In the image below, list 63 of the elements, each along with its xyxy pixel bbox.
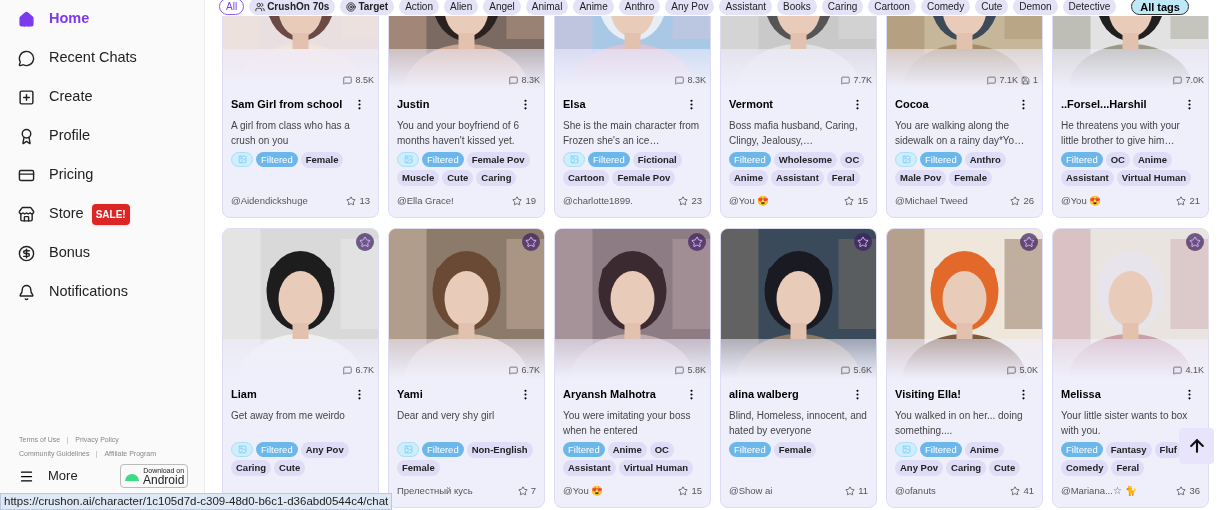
character-description: Dear and very shy girl xyxy=(397,409,496,423)
filtered-tag: Filtered xyxy=(1061,152,1103,167)
character-name: Yami xyxy=(397,386,423,402)
character-name: Melissa xyxy=(1061,386,1101,402)
like-count: 19 xyxy=(525,193,536,208)
filtered-tag: Filtered xyxy=(256,152,298,167)
character-name: Aryansh Malhotra xyxy=(563,386,656,402)
character-name: Visiting Ella! xyxy=(895,386,961,402)
like-count: 36 xyxy=(1189,483,1200,498)
filtered-tag: Filtered xyxy=(422,152,464,167)
like-count: 41 xyxy=(1023,483,1034,498)
android-label: Android xyxy=(143,473,185,486)
character-name: Vermont xyxy=(729,96,773,112)
character-name: Elsa xyxy=(563,96,586,112)
filtered-tag: Filtered xyxy=(563,442,605,457)
link-preview-tooltip: https://crushon.ai/character/1c105d7d-c309-48d0-b6c1-d36abd0544c4/chat xyxy=(0,493,393,510)
like-count: 21 xyxy=(1189,193,1200,208)
character-description: You walked in on her... doing something.... xyxy=(895,409,1024,438)
chat-count: 5.8K xyxy=(687,363,706,377)
character-description: You are walking along the sidewalk on a rainy day*Yo… xyxy=(895,119,1026,148)
character-description: He threatens you with your little brother to give him… xyxy=(1061,119,1181,148)
chat-count: 6.7K xyxy=(355,363,374,377)
character-description: Boss mafia husband, Caring, Clingy, Jealousy,… xyxy=(729,119,859,148)
filtered-tag: Filtered xyxy=(729,152,771,167)
chat-count: 8.3K xyxy=(687,73,706,87)
character-name: Justin xyxy=(397,96,430,112)
character-description: Blind, Homeless, innocent, and hated by everyone xyxy=(729,409,868,438)
character-name: Sam Girl from school xyxy=(231,96,343,112)
like-count: 15 xyxy=(691,483,702,498)
chat-count: 5.0K xyxy=(1019,363,1038,377)
character-name: Cocoa xyxy=(895,96,929,112)
character-name: alina walberg xyxy=(729,386,799,402)
chat-count: 8.3K xyxy=(521,73,540,87)
chat-count: 6.7K xyxy=(521,363,540,377)
chat-count: 8.5K xyxy=(355,73,374,87)
filtered-tag: Filtered xyxy=(1061,442,1103,457)
character-description: You were imitating your boss when he entered xyxy=(563,409,692,438)
chat-count: 7.0K xyxy=(1185,73,1204,87)
character-description: You and your boyfriend of 6 months haven't kissed yet. xyxy=(397,119,520,148)
filtered-tag: Filtered xyxy=(729,442,771,457)
chat-count: 7.1K xyxy=(999,73,1018,87)
like-count: 7 xyxy=(530,483,536,498)
like-count: 13 xyxy=(359,193,370,208)
character-description: Your little sister wants to box with you. xyxy=(1061,409,1189,438)
like-count: 26 xyxy=(1023,193,1034,208)
sale-badge: SALE! xyxy=(91,203,130,225)
chat-count: 5.6K xyxy=(853,363,872,377)
character-description: A girl from class who has a crush on you xyxy=(231,119,351,148)
filtered-tag: Filtered xyxy=(588,152,630,167)
filtered-tag: Filtered xyxy=(422,442,464,457)
character-name: Liam xyxy=(231,386,257,402)
save-count: 1 xyxy=(1033,73,1038,87)
character-description: She is the main character from Frozen she's an ice… xyxy=(563,119,701,148)
filtered-tag: Filtered xyxy=(920,152,962,167)
like-count: 15 xyxy=(857,193,868,208)
like-count: 23 xyxy=(691,193,702,208)
filtered-tag: Filtered xyxy=(256,442,298,457)
chat-count: 4.1K xyxy=(1185,363,1204,377)
chat-count: 7.7K xyxy=(853,73,872,87)
character-description: Get away from me weirdo xyxy=(231,409,346,423)
filtered-tag: Filtered xyxy=(920,442,962,457)
character-name: ..Forsel...Harshil xyxy=(1061,96,1147,112)
like-count: 11 xyxy=(858,483,868,498)
